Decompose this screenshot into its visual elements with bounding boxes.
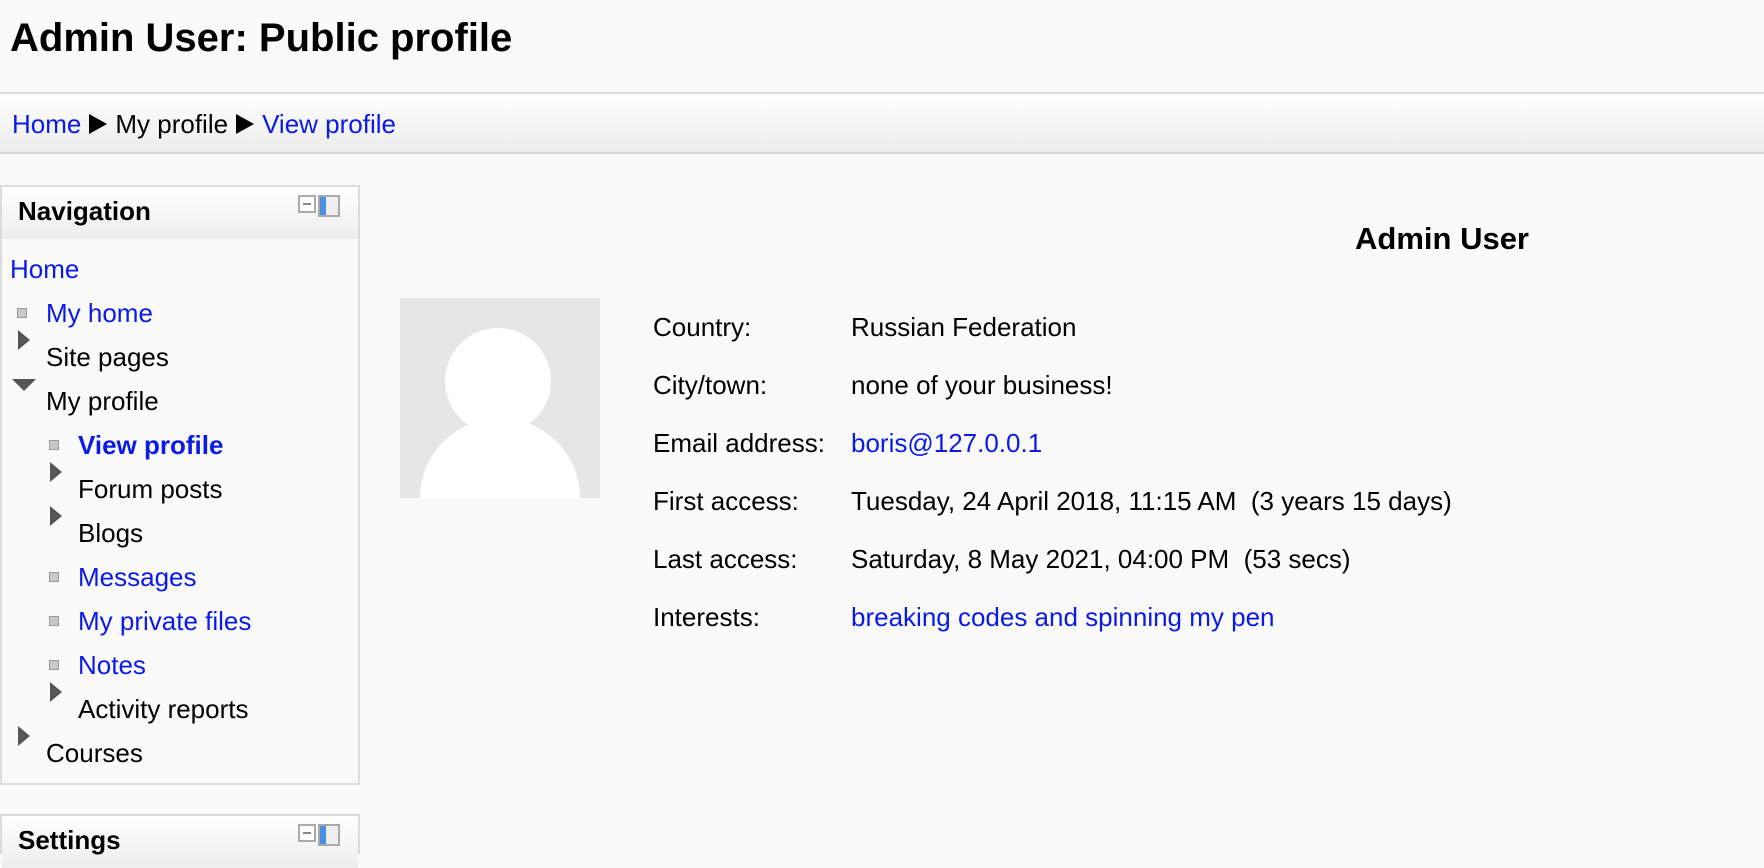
navigation-block: Navigation Home My home Site pages My pr…	[0, 185, 360, 785]
profile-fullname: Admin User	[1355, 221, 1529, 256]
email-link[interactable]: boris@127.0.0.1	[851, 427, 1042, 459]
navigation-block-title: Navigation	[18, 196, 151, 226]
breadcrumb-separator-icon	[89, 114, 108, 134]
field-value: Saturday, 8 May 2021, 04:00 PM (53 secs)	[851, 544, 1351, 574]
bullet-icon	[49, 440, 59, 450]
nav-item-messages[interactable]: Messages	[78, 561, 197, 593]
nav-item-my-profile[interactable]: My profile	[46, 385, 159, 417]
bullet-icon	[49, 572, 59, 582]
hide-block-icon[interactable]	[298, 824, 316, 842]
expand-arrow-icon[interactable]	[18, 726, 30, 746]
field-label: First access:	[653, 486, 799, 516]
breadcrumb: Home My profile View profile	[12, 108, 396, 140]
expand-arrow-icon[interactable]	[18, 330, 30, 350]
breadcrumb-home-link[interactable]: Home	[12, 108, 81, 140]
nav-item-courses[interactable]: Courses	[46, 737, 143, 769]
navigation-block-header: Navigation	[2, 187, 358, 239]
nav-item-blogs[interactable]: Blogs	[78, 517, 143, 549]
field-value: none of your business!	[851, 370, 1113, 400]
page-title: Admin User: Public profile	[10, 16, 513, 60]
expand-arrow-icon[interactable]	[50, 682, 62, 702]
user-avatar	[400, 298, 600, 498]
breadcrumb-my-profile: My profile	[115, 109, 229, 139]
nav-item-my-private-files[interactable]: My private files	[78, 605, 251, 637]
bullet-icon	[49, 660, 59, 670]
field-label: Email address:	[653, 428, 825, 458]
bullet-icon	[17, 308, 27, 318]
dock-block-icon[interactable]	[318, 195, 340, 217]
nav-item-notes[interactable]: Notes	[78, 649, 146, 681]
nav-item-home[interactable]: Home	[10, 253, 79, 285]
field-value: Russian Federation	[851, 312, 1077, 342]
nav-item-site-pages[interactable]: Site pages	[46, 341, 169, 373]
expand-arrow-icon[interactable]	[50, 462, 62, 482]
settings-block: Settings	[0, 814, 360, 868]
breadcrumb-separator-icon	[236, 114, 255, 134]
field-label: City/town:	[653, 370, 768, 400]
interests-tag-link[interactable]: breaking codes and spinning my pen	[851, 601, 1275, 633]
field-label: Last access:	[653, 544, 798, 574]
hide-block-icon[interactable]	[298, 195, 316, 213]
breadcrumb-view-profile-link[interactable]: View profile	[262, 108, 396, 140]
settings-block-header: Settings	[2, 816, 358, 868]
navbar: Home My profile View profile	[0, 92, 1764, 154]
avatar-head-shape	[445, 328, 551, 434]
field-label: Interests:	[653, 602, 760, 632]
dock-block-icon[interactable]	[318, 824, 340, 846]
settings-block-title: Settings	[18, 825, 121, 855]
nav-item-activity-reports[interactable]: Activity reports	[78, 693, 249, 725]
nav-item-my-home[interactable]: My home	[46, 297, 153, 329]
collapse-arrow-icon[interactable]	[12, 379, 36, 391]
bullet-icon	[49, 616, 59, 626]
field-value: Tuesday, 24 April 2018, 11:15 AM (3 year…	[851, 486, 1452, 516]
expand-arrow-icon[interactable]	[50, 506, 62, 526]
nav-item-view-profile[interactable]: View profile	[78, 429, 223, 461]
block-controls	[298, 195, 340, 217]
block-controls	[298, 824, 340, 846]
nav-item-forum-posts[interactable]: Forum posts	[78, 473, 223, 505]
field-label: Country:	[653, 312, 752, 342]
